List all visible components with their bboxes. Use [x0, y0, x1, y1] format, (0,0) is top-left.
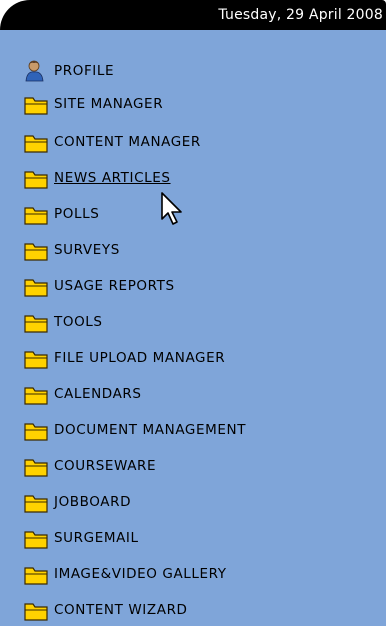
menu-item-label: POLLS	[54, 206, 100, 222]
menu-item-news-articles[interactable]: NEWS ARTICLES	[24, 167, 171, 189]
menu-item-site-manager[interactable]: SITE MANAGER	[24, 93, 163, 115]
menu-item-label: SURVEYS	[54, 242, 120, 258]
mouse-pointer-icon	[161, 192, 182, 225]
menu-item-jobboard[interactable]: JOBBOARD	[24, 491, 131, 513]
menu-item-label: PROFILE	[54, 63, 115, 79]
admin-menu: PROFILE SITE MANAGER CONTENT MANAGER NEW…	[0, 30, 386, 626]
menu-item-document-management[interactable]: DOCUMENT MANAGEMENT	[24, 419, 246, 441]
menu-item-label: FILE UPLOAD MANAGER	[54, 350, 226, 366]
menu-item-label: SITE MANAGER	[54, 96, 164, 112]
current-date: Tuesday, 29 April 2008	[218, 7, 383, 23]
menu-item-courseware[interactable]: COURSEWARE	[24, 455, 156, 477]
folder-icon	[24, 135, 48, 153]
menu-item-content-wizard[interactable]: CONTENT WIZARD	[24, 599, 188, 621]
menu-item-label: JOBBOARD	[54, 494, 132, 510]
admin-menu-panel: Tuesday, 29 April 2008 PROFILE SITE MANA…	[0, 0, 386, 626]
menu-item-surgemail[interactable]: SURGEMAIL	[24, 527, 139, 549]
menu-item-content-manager[interactable]: CONTENT MANAGER	[24, 131, 201, 153]
menu-item-usage-reports[interactable]: USAGE REPORTS	[24, 275, 175, 297]
folder-icon	[24, 243, 48, 261]
folder-icon	[24, 531, 48, 549]
menu-item-label: USAGE REPORTS	[54, 278, 175, 294]
user-profile-icon	[25, 60, 44, 82]
folder-icon	[24, 567, 48, 585]
menu-item-label: NEWS ARTICLES	[54, 170, 171, 186]
date-bar: Tuesday, 29 April 2008	[0, 0, 386, 30]
menu-item-label: TOOLS	[54, 314, 103, 330]
folder-icon	[24, 315, 48, 333]
menu-item-label: CALENDARS	[54, 386, 142, 402]
menu-item-tools[interactable]: TOOLS	[24, 311, 103, 333]
menu-item-profile[interactable]: PROFILE	[24, 60, 114, 82]
menu-item-label: CONTENT MANAGER	[54, 134, 201, 150]
folder-icon	[24, 171, 48, 189]
folder-icon	[24, 97, 48, 115]
menu-item-calendars[interactable]: CALENDARS	[24, 383, 142, 405]
menu-item-polls[interactable]: POLLS	[24, 203, 99, 225]
menu-item-label: SURGEMAIL	[54, 530, 139, 546]
folder-icon	[24, 387, 48, 405]
menu-item-label: IMAGE&VIDEO GALLERY	[54, 566, 227, 582]
folder-icon	[24, 423, 48, 441]
folder-icon	[24, 495, 48, 513]
folder-icon	[24, 279, 48, 297]
menu-item-surveys[interactable]: SURVEYS	[24, 239, 120, 261]
menu-item-label: CONTENT WIZARD	[54, 602, 188, 618]
folder-icon	[24, 603, 48, 621]
folder-icon	[24, 207, 48, 225]
menu-item-label: DOCUMENT MANAGEMENT	[54, 422, 247, 438]
folder-icon	[24, 351, 48, 369]
menu-item-image-video-gallery[interactable]: IMAGE&VIDEO GALLERY	[24, 563, 227, 585]
menu-item-file-upload-manager[interactable]: FILE UPLOAD MANAGER	[24, 347, 225, 369]
menu-item-label: COURSEWARE	[54, 458, 157, 474]
folder-icon	[24, 459, 48, 477]
